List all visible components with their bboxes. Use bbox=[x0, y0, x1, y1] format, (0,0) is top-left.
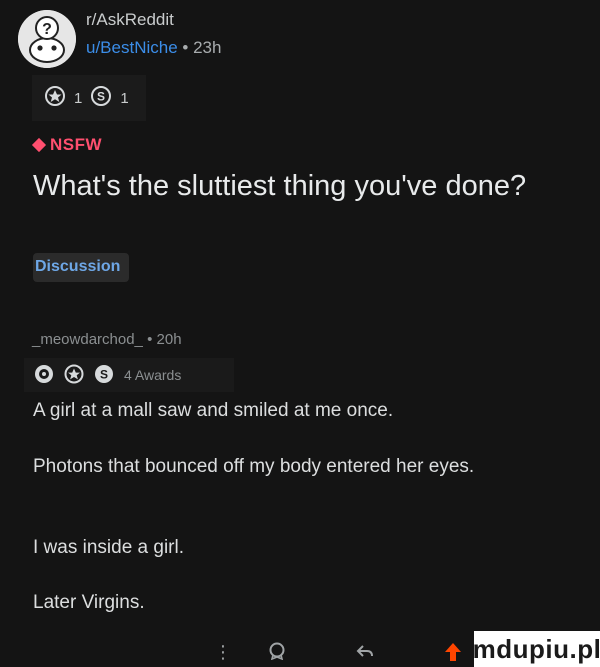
comment-awards-label: 4 Awards bbox=[124, 367, 182, 383]
post-title[interactable]: What's the sluttiest thing you've done? bbox=[33, 168, 533, 205]
post-awards[interactable]: 1 S 1 bbox=[32, 75, 146, 121]
comment-line-3: I was inside a girl. bbox=[33, 537, 185, 558]
more-vertical-icon[interactable]: ⋮ bbox=[214, 642, 232, 663]
comment-line-4: Later Virgins. bbox=[33, 592, 145, 613]
comment-line-1: A girl at a mall saw and smiled at me on… bbox=[33, 400, 394, 421]
gold-award-count: 1 bbox=[74, 89, 83, 107]
comment-meta: _meowdarchod_ • 20h bbox=[32, 331, 182, 348]
svg-text:S: S bbox=[97, 90, 105, 104]
gold-award-icon bbox=[44, 85, 66, 111]
post-age: 23h bbox=[193, 38, 222, 57]
nsfw-diamond-icon bbox=[31, 137, 47, 153]
post-author[interactable]: u/BestNiche bbox=[86, 38, 178, 57]
svg-text:?: ? bbox=[42, 21, 52, 38]
comment-author[interactable]: _meowdarchod_ bbox=[32, 331, 143, 348]
svg-text:S: S bbox=[100, 367, 108, 381]
wholesome-award-icon bbox=[34, 364, 54, 387]
nsfw-label: NSFW bbox=[50, 135, 103, 154]
askreddit-snoo-icon: ? bbox=[18, 10, 76, 68]
silver-award-icon: S bbox=[94, 364, 114, 387]
post-meta: u/BestNiche • 23h bbox=[86, 38, 221, 58]
comment-age: 20h bbox=[156, 331, 182, 348]
silver-award-count: 1 bbox=[120, 89, 129, 107]
comment-meta-separator: • bbox=[147, 331, 153, 348]
subreddit-name[interactable]: r/AskReddit bbox=[86, 10, 174, 30]
subreddit-avatar[interactable]: ? bbox=[18, 10, 76, 68]
silver-award-icon: S bbox=[90, 85, 112, 111]
comment-line-2: Photons that bounced off my body entered… bbox=[33, 456, 475, 477]
comment-awards[interactable]: S 4 Awards bbox=[24, 358, 234, 392]
post-flair[interactable]: Discussion bbox=[33, 253, 130, 282]
upvote-arrow-icon[interactable] bbox=[444, 642, 462, 667]
nsfw-tag: NSFW bbox=[31, 135, 103, 155]
award-icon[interactable] bbox=[268, 642, 286, 665]
watermark-logo: mdupiu.pl bbox=[473, 631, 600, 667]
meta-separator: • bbox=[182, 38, 189, 57]
gold-award-icon bbox=[64, 364, 84, 387]
reply-icon[interactable] bbox=[356, 642, 374, 665]
